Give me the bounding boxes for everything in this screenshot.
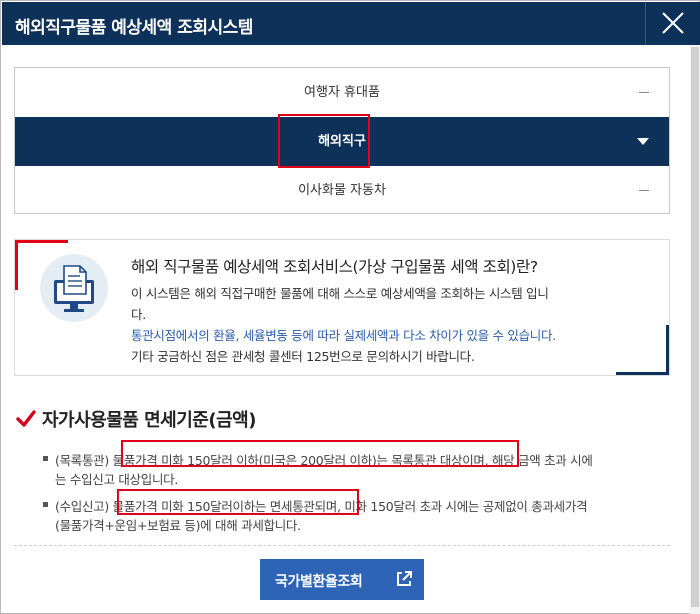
- external-link-icon: [397, 571, 412, 586]
- menu-item-traveler[interactable]: 여행자 휴대품: [15, 68, 669, 117]
- section-title: 자가사용물품 면세기준(금액): [16, 406, 256, 433]
- corner-accent: [15, 240, 68, 243]
- bullet-icon: [43, 456, 48, 461]
- window-title: 해외직구물품 예상세액 조회시스템: [15, 18, 253, 38]
- close-icon: [662, 12, 684, 34]
- corner-accent: [666, 325, 669, 375]
- title-bar: 해외직구물품 예상세액 조회시스템: [2, 2, 700, 45]
- highlight-box: [117, 489, 359, 515]
- info-text: 이 시스템은 해외 직접구매한 물품에 대해 스스로 예상세액을 조회하는 시스…: [131, 286, 549, 301]
- list-item-text: 는 수입신고 대상입니다.: [55, 472, 179, 487]
- list-item-text: (물품가격+운임+보험료 등)에 대해 과세합니다.: [55, 518, 301, 533]
- corner-accent: [15, 240, 18, 290]
- caret-down-icon: [637, 138, 649, 145]
- button-label: 국가별환율조회: [275, 574, 363, 590]
- menu-item-moving-cargo[interactable]: 이사화물 자동차: [15, 166, 669, 215]
- highlight-box: [278, 114, 370, 168]
- highlight-box: [121, 440, 519, 467]
- exchange-rate-button[interactable]: 국가별환율조회: [260, 559, 424, 600]
- close-button[interactable]: [645, 2, 700, 45]
- info-title: 해외 직구물품 예상세액 조회서비스(가상 구입물품 세액 조회)란?: [131, 258, 538, 276]
- computer-document-icon: [40, 254, 108, 322]
- info-text: 기타 궁금하신 점은 관세청 콜센터 125번으로 문의하시기 바랍니다.: [131, 349, 475, 364]
- check-icon: [16, 410, 36, 433]
- popup-window: 해외직구물품 예상세액 조회시스템 여행자 휴대품 해외직구 이사화물 자동차: [0, 0, 700, 614]
- corner-accent: [616, 372, 669, 375]
- menu-item-label: 이사화물 자동차: [298, 183, 386, 198]
- divider: [14, 545, 670, 546]
- minus-icon: [639, 92, 649, 93]
- info-notice: 통관시점에서의 환율, 세율변동 등에 따라 실제세액과 다소 차이가 있을 수…: [131, 328, 556, 343]
- section-title-text: 자가사용물품 면세기준(금액): [42, 410, 256, 431]
- info-panel: 해외 직구물품 예상세액 조회서비스(가상 구입물품 세액 조회)란? 이 시스…: [14, 239, 670, 376]
- scrollbar[interactable]: [690, 45, 700, 614]
- menu-item-label: 여행자 휴대품: [304, 85, 380, 100]
- minus-icon: [639, 190, 649, 191]
- info-text: 다.: [131, 307, 146, 322]
- scrollbar-thumb[interactable]: [691, 47, 699, 607]
- bullet-icon: [43, 502, 48, 507]
